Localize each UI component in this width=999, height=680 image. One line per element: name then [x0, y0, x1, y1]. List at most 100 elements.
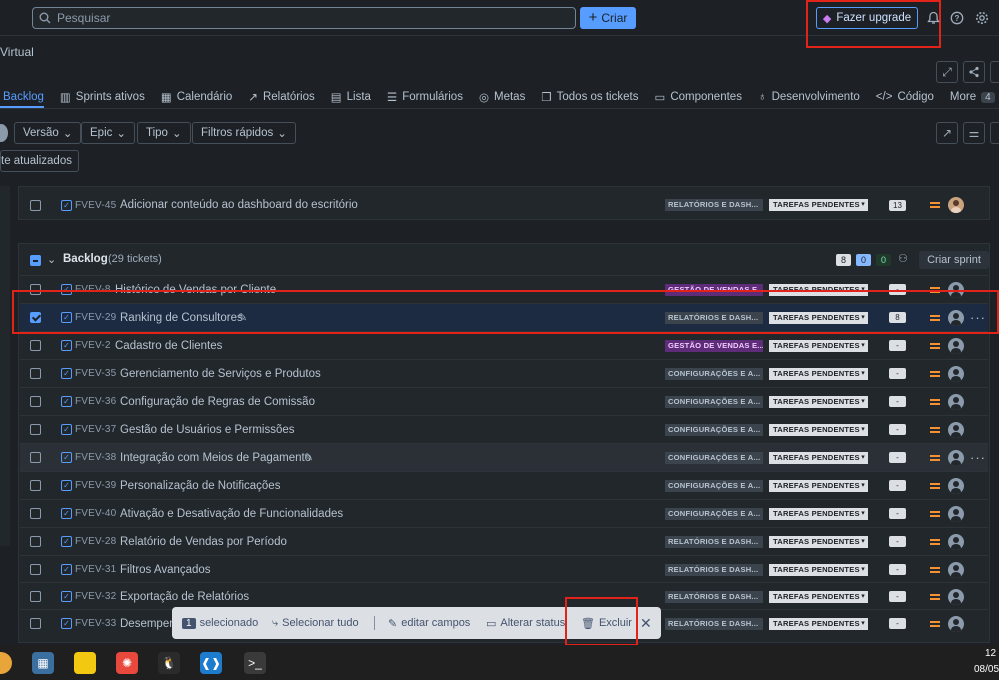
row-checkbox[interactable] [30, 480, 41, 491]
table-row[interactable]: ✓ FVEV-35 Gerenciamento de Serviços e Pr… [20, 359, 988, 387]
recently-updated-filter[interactable]: te atualizados [0, 150, 79, 172]
row-checkbox[interactable] [30, 591, 41, 602]
version-filter[interactable]: Versão ⌄ [14, 122, 82, 144]
issue-summary[interactable]: Exportação de Relatórios [120, 591, 249, 603]
table-row[interactable]: ✓ FVEV-32 Exportação de Relatórios RELAT… [20, 582, 988, 610]
story-points[interactable]: - [889, 564, 906, 575]
table-row[interactable]: ✓ FVEV-40 Ativação e Desativação de Func… [20, 499, 988, 527]
row-checkbox[interactable] [30, 618, 41, 629]
row-checkbox[interactable] [30, 368, 41, 379]
issue-summary[interactable]: Personalização de Notificações [120, 480, 280, 492]
status-dropdown[interactable]: TAREFAS PENDENTES ▾ [769, 451, 868, 464]
more-filters-icon[interactable] [990, 122, 999, 144]
chevron-down-icon[interactable]: ⌄ [47, 253, 56, 266]
linux-penguin-icon[interactable]: 🐧 [158, 652, 180, 674]
issue-summary[interactable]: Configuração de Regras de Comissão [120, 396, 315, 408]
gear-icon[interactable] [973, 9, 991, 27]
tab-reports[interactable]: ↗ Relatórios [248, 90, 314, 104]
avatar-filter[interactable] [0, 124, 8, 142]
issue-key[interactable]: FVEV-36 [75, 396, 116, 407]
assignee-avatar[interactable] [948, 421, 964, 438]
epic-lozenge[interactable]: RELATÓRIOS E DASH... [665, 617, 763, 630]
sprint-settings-icon[interactable]: ⚇ [898, 252, 908, 265]
select-all-button[interactable]: ⤷ Selecionar tudo [272, 617, 359, 630]
status-dropdown[interactable]: TAREFAS PENDENTES ▾ [769, 199, 868, 211]
story-points[interactable]: - [889, 618, 906, 629]
insights-icon[interactable]: ↗ [936, 122, 958, 144]
status-dropdown[interactable]: TAREFAS PENDENTES ▾ [769, 339, 868, 352]
vscode-icon[interactable]: ❰❱ [200, 652, 222, 674]
assignee-avatar[interactable] [948, 365, 964, 382]
tab-forms[interactable]: ☰ Formulários [387, 90, 463, 104]
upgrade-button[interactable]: ◆ Fazer upgrade [816, 7, 918, 29]
status-dropdown[interactable]: TAREFAS PENDENTES ▾ [769, 563, 868, 576]
close-icon[interactable]: ✕ [640, 615, 652, 632]
issue-key[interactable]: FVEV-2 [75, 340, 111, 351]
epic-lozenge[interactable]: RELATÓRIOS E DASH... [665, 590, 763, 603]
row-checkbox[interactable] [30, 452, 41, 463]
table-row[interactable]: ✓ FVEV-38 Integração com Meios de Pagame… [20, 443, 988, 471]
status-dropdown[interactable]: TAREFAS PENDENTES ▾ [769, 479, 868, 492]
bell-icon[interactable] [924, 9, 942, 27]
assignee-avatar[interactable] [948, 533, 964, 550]
assignee-avatar[interactable] [948, 561, 964, 578]
edit-icon[interactable]: ✎ [304, 451, 313, 464]
terminal-icon[interactable]: >_ [244, 652, 266, 674]
tab-backlog[interactable]: Backlog [3, 91, 44, 103]
tab-all-tickets[interactable]: ❐ Todos os tickets [541, 90, 638, 104]
issue-key[interactable]: FVEV-45 [75, 200, 116, 211]
create-sprint-button[interactable]: Criar sprint [919, 251, 989, 269]
issue-key[interactable]: FVEV-39 [75, 480, 116, 491]
issue-summary[interactable]: Integração com Meios de Pagamento [120, 452, 311, 464]
clock-app-icon[interactable]: ✺ [116, 652, 138, 674]
row-checkbox[interactable] [30, 199, 41, 211]
issue-key[interactable]: FVEV-38 [75, 452, 116, 463]
tab-calendar[interactable]: ▦ Calendário [161, 90, 233, 104]
type-filter[interactable]: Tipo ⌄ [137, 122, 191, 144]
row-more-icon[interactable]: ··· [970, 450, 986, 465]
row-checkbox[interactable] [30, 536, 41, 547]
issue-summary[interactable]: Filtros Avançados [120, 564, 211, 576]
tab-sprints[interactable]: ▥ Sprints ativos [60, 90, 145, 104]
assignee-avatar[interactable] [948, 477, 964, 494]
row-checkbox[interactable] [30, 340, 41, 351]
calculator-icon[interactable]: ▦ [32, 652, 54, 674]
row-checkbox[interactable] [30, 508, 41, 519]
epic-lozenge[interactable]: CONFIGURAÇÕES E A... [665, 507, 763, 520]
story-points[interactable]: - [889, 591, 906, 602]
story-points[interactable]: - [889, 368, 906, 379]
story-points[interactable]: - [889, 536, 906, 547]
story-points[interactable]: - [889, 396, 906, 407]
help-icon[interactable]: ? [948, 9, 966, 27]
status-dropdown[interactable]: TAREFAS PENDENTES ▾ [769, 367, 868, 380]
epic-filter[interactable]: Epic ⌄ [81, 122, 136, 144]
assignee-avatar[interactable] [948, 505, 964, 522]
epic-lozenge[interactable]: RELATÓRIOS E DASH... [665, 199, 763, 211]
story-points[interactable]: - [889, 340, 906, 351]
table-row[interactable]: ✓ FVEV-2 Cadastro de Clientes GESTÃO DE … [20, 331, 988, 359]
assignee-avatar[interactable] [948, 588, 964, 605]
issue-summary[interactable]: Ativação e Desativação de Funcionalidade… [120, 508, 343, 520]
change-status-button[interactable]: ▭ Alterar status [486, 617, 565, 630]
epic-lozenge[interactable]: RELATÓRIOS E DASH... [665, 535, 763, 548]
create-button[interactable]: + Criar [580, 7, 636, 29]
status-dropdown[interactable]: TAREFAS PENDENTES ▾ [769, 423, 868, 436]
tab-code[interactable]: </> Código [876, 91, 934, 103]
table-row[interactable]: ✓ FVEV-31 Filtros Avançados RELATÓRIOS E… [20, 555, 988, 583]
select-all-checkbox[interactable] [30, 255, 41, 266]
share-icon[interactable] [963, 61, 985, 83]
epic-lozenge[interactable]: CONFIGURAÇÕES E A... [665, 395, 763, 408]
issue-key[interactable]: FVEV-28 [75, 536, 116, 547]
status-dropdown[interactable]: TAREFAS PENDENTES ▾ [769, 507, 868, 520]
issue-summary[interactable]: Adicionar conteúdo ao dashboard do escri… [120, 199, 358, 211]
status-dropdown[interactable]: TAREFAS PENDENTES ▾ [769, 535, 868, 548]
epic-lozenge[interactable]: CONFIGURAÇÕES E A... [665, 479, 763, 492]
status-dropdown[interactable]: TAREFAS PENDENTES ▾ [769, 590, 868, 603]
assignee-avatar[interactable] [948, 393, 964, 410]
story-points[interactable]: - [889, 480, 906, 491]
table-row[interactable]: ✓ FVEV-37 Gestão de Usuários e Permissõe… [20, 415, 988, 443]
issue-summary[interactable]: Cadastro de Clientes [115, 340, 222, 352]
powerbi-icon[interactable] [74, 652, 96, 674]
assignee-avatar[interactable] [948, 337, 964, 354]
row-checkbox[interactable] [30, 424, 41, 435]
